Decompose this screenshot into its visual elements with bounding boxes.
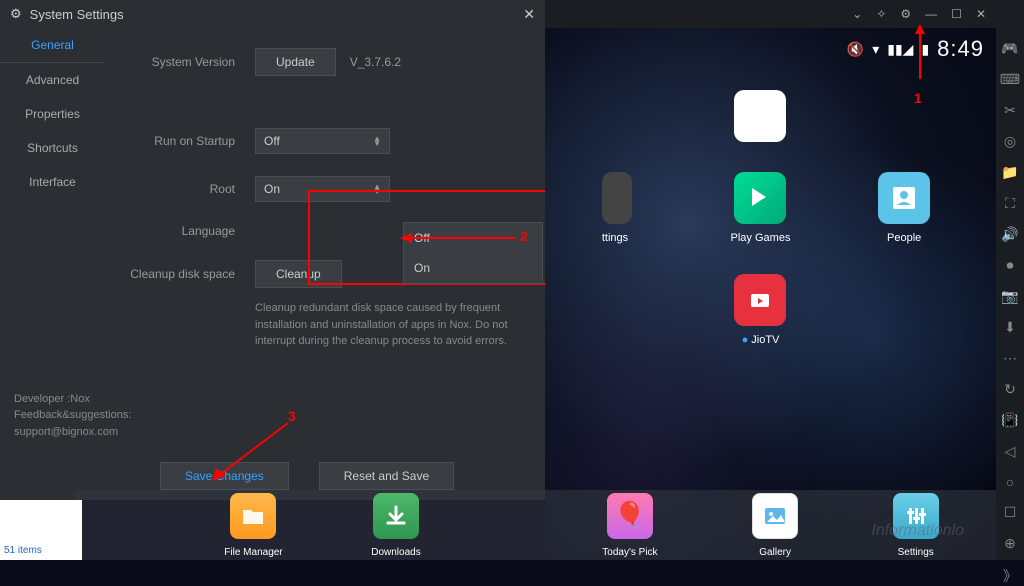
language-label: Language	[125, 224, 255, 238]
wifi-icon: ▾	[872, 41, 879, 58]
signal-icon: ▮▮◢	[887, 41, 913, 58]
app-google[interactable]: G	[734, 90, 786, 142]
root-label: Root	[125, 182, 255, 196]
add-icon[interactable]: ⊕	[1004, 535, 1016, 552]
controller-icon[interactable]: 🎮	[1001, 40, 1018, 57]
app-settings-partial[interactable]: ttings	[602, 172, 632, 244]
dock-downloads[interactable]: Downloads	[371, 493, 420, 558]
shake-icon[interactable]: 📳	[1001, 412, 1018, 429]
sidebar-item-properties[interactable]: Properties	[0, 97, 105, 131]
right-toolbar: 🎮 ⌨ ✂ ◎ 📁 ⛶ 🔊 ⏺ 📷 ⬇ ⋯ ↻ 📳 ◁ ○ ☐ ⊕ 》	[996, 0, 1024, 560]
pick-icon: 🎈	[607, 493, 653, 539]
explorer-strip: 51 items	[0, 500, 82, 560]
startup-select[interactable]: Off ▲▼	[255, 128, 390, 154]
status-bar: 🔇 ▾ ▮▮◢ ▮ 8:49	[835, 28, 996, 70]
spinner-icon: ▲▼	[373, 136, 381, 146]
gear-icon: ⚙	[10, 6, 22, 22]
jio-icon	[734, 274, 786, 326]
dock-gallery[interactable]: Gallery	[752, 493, 798, 558]
download-icon	[373, 493, 419, 539]
emulator-desktop: ⌄ ✧ ⚙ — ☐ ✕ 🔇 ▾ ▮▮◢ ▮ 8:49 G ttings Play…	[545, 0, 1024, 560]
play-icon	[734, 172, 786, 224]
annotation-2: 2	[520, 228, 528, 244]
version-text: V_3.7.6.2	[350, 55, 401, 69]
minimize-icon[interactable]: —	[925, 7, 937, 21]
volume-icon[interactable]: 🔊	[1001, 226, 1018, 243]
close-icon[interactable]: ✕	[976, 7, 986, 21]
scissors-icon[interactable]: ✂	[1004, 102, 1016, 119]
cleanup-button[interactable]: Cleanup	[255, 260, 342, 288]
chevron-down-icon[interactable]: ⌄	[852, 7, 862, 21]
fullscreen-icon[interactable]: ⛶	[1005, 195, 1015, 212]
folder-icon	[230, 493, 276, 539]
spinner-icon: ▲▼	[373, 184, 381, 194]
gallery-icon	[752, 493, 798, 539]
annotation-3: 3	[288, 408, 296, 424]
app-jiotv[interactable]: ● JioTV	[734, 274, 786, 346]
home-icon[interactable]: ○	[1006, 474, 1014, 490]
location-icon[interactable]: ◎	[1004, 133, 1016, 150]
sidebar-item-general[interactable]: General	[0, 28, 105, 63]
save-button[interactable]: Save Changes	[160, 462, 289, 490]
close-icon[interactable]: ✕	[523, 6, 535, 23]
dock-todays-pick[interactable]: 🎈 Today's Pick	[602, 493, 657, 558]
dropdown-option-on[interactable]: On	[404, 253, 542, 283]
record-icon[interactable]: ⏺	[1007, 257, 1014, 274]
root-select[interactable]: On ▲▼	[255, 176, 390, 202]
camera-icon[interactable]: 📷	[1001, 288, 1018, 305]
annotation-1: 1	[914, 90, 922, 106]
maximize-icon[interactable]: ☐	[951, 7, 962, 21]
update-button[interactable]: Update	[255, 48, 336, 76]
rotate-icon[interactable]: ↻	[1004, 381, 1016, 398]
version-label: System Version	[125, 55, 255, 69]
app-grid: G ttings Play Games People ● JioTV	[545, 80, 996, 356]
app-play-games[interactable]: Play Games	[731, 172, 791, 244]
gear-icon[interactable]: ⚙	[900, 7, 911, 21]
keyboard-icon[interactable]: ⌨	[1000, 71, 1020, 88]
cleanup-label: Cleanup disk space	[125, 267, 255, 281]
google-icon: G	[734, 90, 786, 142]
recent-icon[interactable]: ☐	[1004, 504, 1017, 521]
people-icon	[878, 172, 930, 224]
pin-icon[interactable]: ✧	[876, 7, 886, 21]
more-icon[interactable]: ⋯	[1003, 350, 1017, 367]
settings-window: ⚙ System Settings ✕ General Advanced Pro…	[0, 0, 545, 500]
app-people[interactable]: People	[878, 172, 930, 244]
sidebar-item-interface[interactable]: Interface	[0, 165, 105, 199]
settings-icon	[602, 172, 632, 224]
watermark: Informationlo	[872, 522, 965, 540]
apk-icon[interactable]: ⬇	[1004, 319, 1016, 336]
sidebar-item-shortcuts[interactable]: Shortcuts	[0, 131, 105, 165]
expand-icon[interactable]: 》	[1003, 566, 1017, 586]
emulator-titlebar: ⌄ ✧ ⚙ — ☐ ✕	[545, 0, 996, 28]
settings-titlebar: ⚙ System Settings ✕	[0, 0, 545, 28]
startup-label: Run on Startup	[125, 134, 255, 148]
clock: 8:49	[937, 36, 984, 62]
back-icon[interactable]: ◁	[1005, 443, 1016, 460]
mute-icon: 🔇	[847, 41, 864, 58]
sidebar-item-advanced[interactable]: Advanced	[0, 63, 105, 97]
dock-file-manager[interactable]: File Manager	[224, 493, 282, 558]
footer-info: Developer :Nox Feedback&suggestions: sup…	[14, 391, 131, 441]
reset-button[interactable]: Reset and Save	[319, 462, 454, 490]
battery-icon: ▮	[921, 41, 929, 58]
settings-title: System Settings	[30, 7, 524, 22]
folder-icon[interactable]: 📁	[1001, 164, 1018, 181]
cleanup-desc: Cleanup redundant disk space caused by f…	[255, 300, 515, 350]
settings-content: System Version Update V_3.7.6.2 Run on S…	[105, 28, 545, 458]
